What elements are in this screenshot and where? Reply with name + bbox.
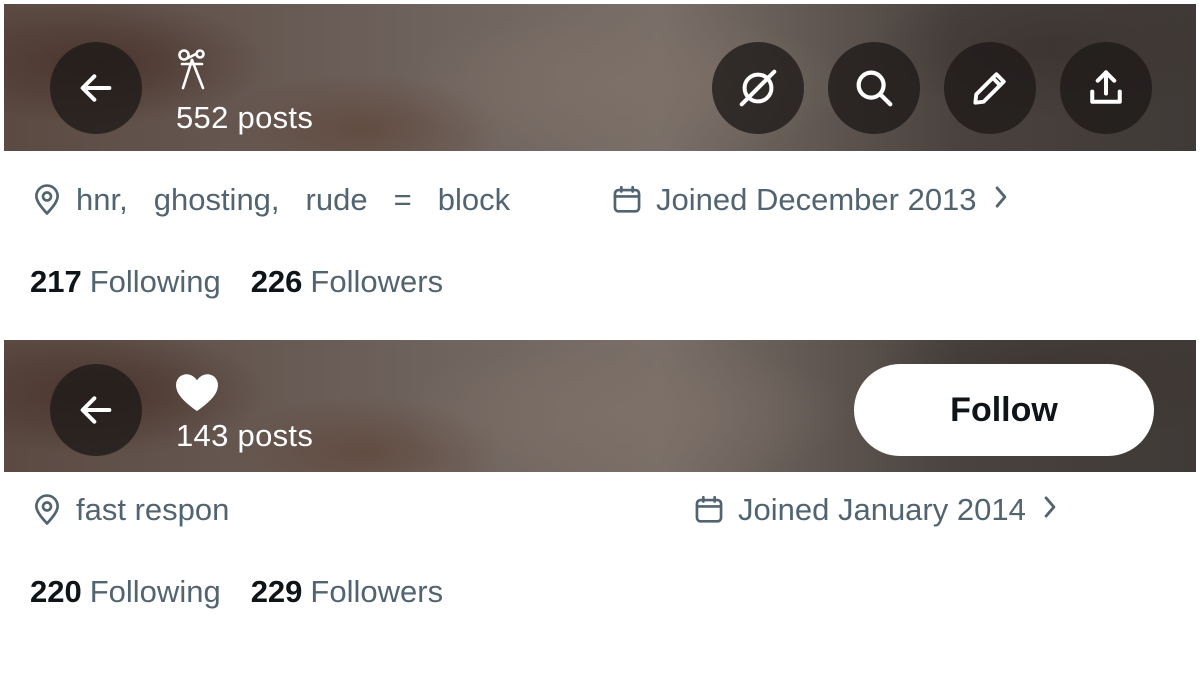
edit-button[interactable]	[944, 42, 1036, 134]
following-count: 220	[30, 574, 82, 609]
edit-icon	[973, 72, 1006, 105]
profile-banner: 143 posts Follow	[4, 340, 1196, 472]
following-label: Following	[89, 574, 221, 609]
profile-location: fast respon	[30, 488, 229, 532]
following-label: Following	[89, 264, 221, 299]
follow-stats: 217 Following 226 Followers	[30, 260, 443, 304]
followers-count: 229	[250, 574, 303, 609]
grok-icon	[739, 69, 777, 107]
followers-count: 226	[250, 264, 303, 299]
joined-text: Joined December 2013	[656, 182, 977, 217]
location-word: =	[393, 182, 412, 217]
location-word: rude	[305, 182, 368, 217]
joined-date[interactable]: Joined December 2013	[610, 178, 1011, 222]
calendar-icon	[692, 493, 726, 527]
search-icon	[856, 70, 893, 107]
chevron-right-icon	[991, 182, 1011, 218]
location-text: fast respon	[76, 492, 230, 527]
followers-label: Followers	[310, 574, 444, 609]
chevron-right-icon	[1040, 492, 1060, 528]
post-count: 552 posts	[176, 100, 314, 135]
search-button[interactable]	[828, 42, 920, 134]
location-pin-icon	[30, 493, 64, 527]
followers-label: Followers	[310, 264, 444, 299]
location-word: block	[437, 182, 511, 217]
location-word: ghosting,	[153, 182, 280, 217]
profile-header-2: 143 posts Follow fast respon Joined Janu…	[0, 340, 1200, 675]
profile-location: hnr, ghosting, rude = block	[30, 178, 510, 222]
joined-text: Joined January 2014	[738, 492, 1026, 527]
calendar-icon	[610, 183, 644, 217]
back-arrow-icon	[80, 396, 112, 424]
follow-button[interactable]: Follow	[854, 364, 1154, 456]
followers-link[interactable]: 229 Followers	[251, 574, 443, 610]
post-count: 143 posts	[176, 418, 314, 453]
joined-date[interactable]: Joined January 2014	[692, 488, 1060, 532]
following-count: 217	[30, 264, 82, 299]
back-button[interactable]	[50, 42, 142, 134]
profile-header-1: 552 posts hnr, ghosting, rude = block Jo…	[0, 0, 1200, 335]
following-link[interactable]: 220 Following	[30, 574, 221, 610]
tool-emoji-icon	[174, 46, 212, 97]
location-word: hnr,	[76, 182, 128, 217]
profile-banner: 552 posts	[4, 4, 1196, 151]
back-button[interactable]	[50, 364, 142, 456]
screenshot-canvas: 552 posts hnr, ghosting, rude = block Jo…	[0, 0, 1200, 675]
heart-emoji-icon	[174, 372, 220, 417]
share-button[interactable]	[1060, 42, 1152, 134]
location-pin-icon	[30, 183, 64, 217]
following-link[interactable]: 217 Following	[30, 264, 221, 300]
grok-button[interactable]	[712, 42, 804, 134]
share-icon	[1090, 70, 1122, 104]
back-arrow-icon	[80, 74, 112, 102]
followers-link[interactable]: 226 Followers	[251, 264, 443, 300]
follow-stats: 220 Following 229 Followers	[30, 570, 443, 614]
